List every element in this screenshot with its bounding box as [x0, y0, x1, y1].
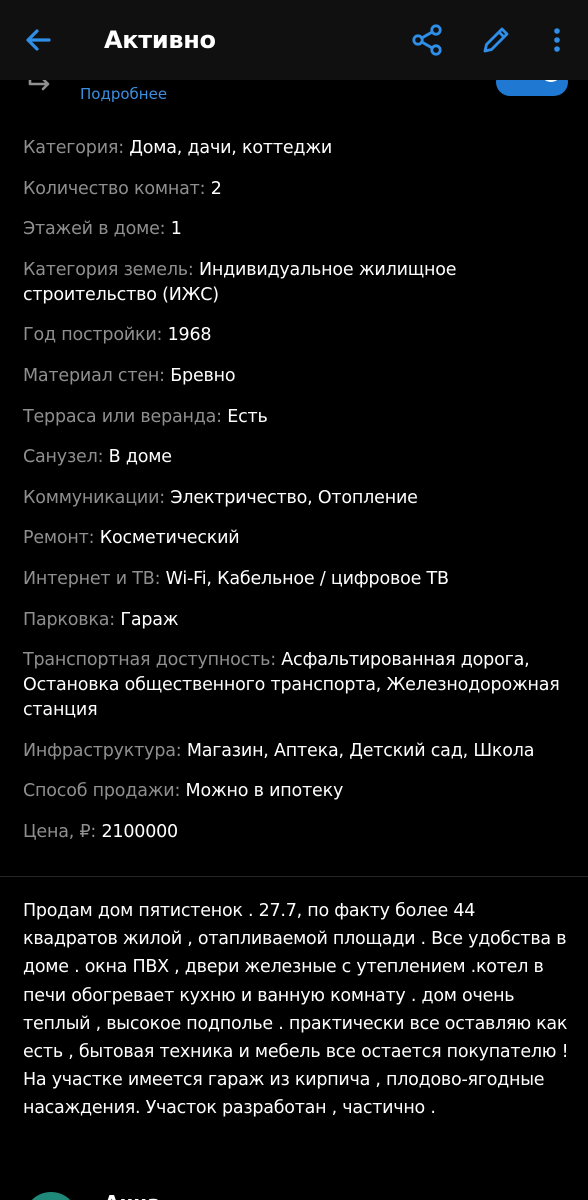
edit-button[interactable]: [476, 20, 516, 60]
detail-row-year-built: Год постройки: 1968: [23, 323, 571, 348]
detail-row-floors: Этажей в доме: 1: [23, 217, 571, 242]
section-divider: [0, 876, 588, 877]
detail-row-renovation: Ремонт: Косметический: [23, 526, 571, 551]
detail-label: Коммуникации:: [23, 487, 165, 508]
detail-value: 2: [210, 178, 222, 199]
detail-value: Гараж: [120, 609, 179, 630]
detail-label: Транспортная доступность:: [23, 650, 276, 671]
detail-row-terrace: Терраса или веранда: Есть: [23, 405, 571, 430]
detail-row-wall-material: Материал стен: Бревно: [23, 364, 571, 389]
more-details-link[interactable]: Подробнее: [80, 84, 167, 104]
detail-value: Бревно: [170, 365, 236, 386]
app-header: Активно: [0, 0, 588, 80]
detail-row-transport: Транспортная доступность: Асфальтированн…: [23, 648, 571, 723]
detail-value: Можно в ипотеку: [185, 781, 344, 802]
detail-label: Цена, ₽:: [23, 821, 97, 842]
detail-value: Магазин, Аптека, Детский сад, Школа: [186, 740, 535, 761]
detail-value: 1: [170, 219, 182, 240]
detail-value: 2100000: [101, 821, 178, 842]
detail-label: Категория:: [23, 138, 124, 158]
detail-row-bathroom: Санузел: В доме: [23, 445, 571, 470]
detail-row-utilities: Коммуникации: Электричество, Отопление: [23, 486, 571, 511]
detail-value: Есть: [227, 406, 268, 427]
detail-row-land-category: Категория земель: Индивидуальное жилищно…: [23, 258, 571, 308]
arrow-left-icon: [26, 29, 51, 51]
detail-label: Интернет и ТВ:: [23, 568, 161, 589]
share-button[interactable]: [408, 20, 448, 60]
detail-value: Косметический: [99, 528, 240, 549]
detail-row-infrastructure: Инфраструктура: Магазин, Аптека, Детский…: [23, 739, 571, 764]
detail-row-parking: Парковка: Гараж: [23, 608, 571, 633]
more-vertical-icon: [554, 28, 560, 52]
previous-section-peek: Подробнее: [0, 68, 588, 110]
detail-label: Категория земель:: [23, 259, 194, 280]
detail-label: Санузел:: [23, 447, 104, 468]
detail-row-category: Категория: Дома, дачи, коттеджи: [23, 136, 571, 161]
author-name[interactable]: Анна: [104, 1190, 161, 1200]
detail-row-price: Цена, ₽: 2100000: [23, 820, 571, 845]
back-button[interactable]: [18, 20, 58, 60]
detail-value: В доме: [108, 447, 172, 468]
more-menu-button[interactable]: [540, 20, 574, 60]
detail-label: Количество комнат:: [23, 178, 206, 199]
detail-label: Способ продажи:: [23, 781, 181, 802]
detail-row-internet-tv: Интернет и ТВ: Wi-Fi, Кабельное / цифров…: [23, 567, 571, 592]
detail-label: Этажей в доме:: [23, 219, 166, 240]
avatar[interactable]: [24, 1192, 78, 1200]
detail-label: Ремонт:: [23, 528, 95, 549]
author-section[interactable]: Анна: [0, 1170, 588, 1200]
pencil-icon: [483, 27, 509, 53]
detail-value: 1968: [167, 325, 212, 346]
detail-row-rooms: Количество комнат: 2: [23, 177, 571, 202]
detail-label: Инфраструктура:: [23, 740, 182, 761]
listing-description: Продам дом пятистенок . 27.7, по факту б…: [23, 901, 569, 1119]
detail-label: Материал стен:: [23, 365, 165, 386]
share-icon: [412, 24, 442, 56]
detail-value: Электричество, Отопление: [170, 487, 418, 508]
detail-label: Терраса или веранда:: [23, 406, 222, 427]
details-list: Категория: Дома, дачи, коттеджи Количест…: [23, 136, 571, 861]
page-title: Активно: [104, 26, 216, 54]
detail-label: Парковка:: [23, 609, 115, 630]
detail-value: Дома, дачи, коттеджи: [129, 138, 333, 158]
detail-row-sale-method: Способ продажи: Можно в ипотеку: [23, 779, 571, 804]
detail-value: Wi-Fi, Кабельное / цифровое ТВ: [165, 568, 449, 589]
detail-label: Год постройки:: [23, 325, 163, 346]
